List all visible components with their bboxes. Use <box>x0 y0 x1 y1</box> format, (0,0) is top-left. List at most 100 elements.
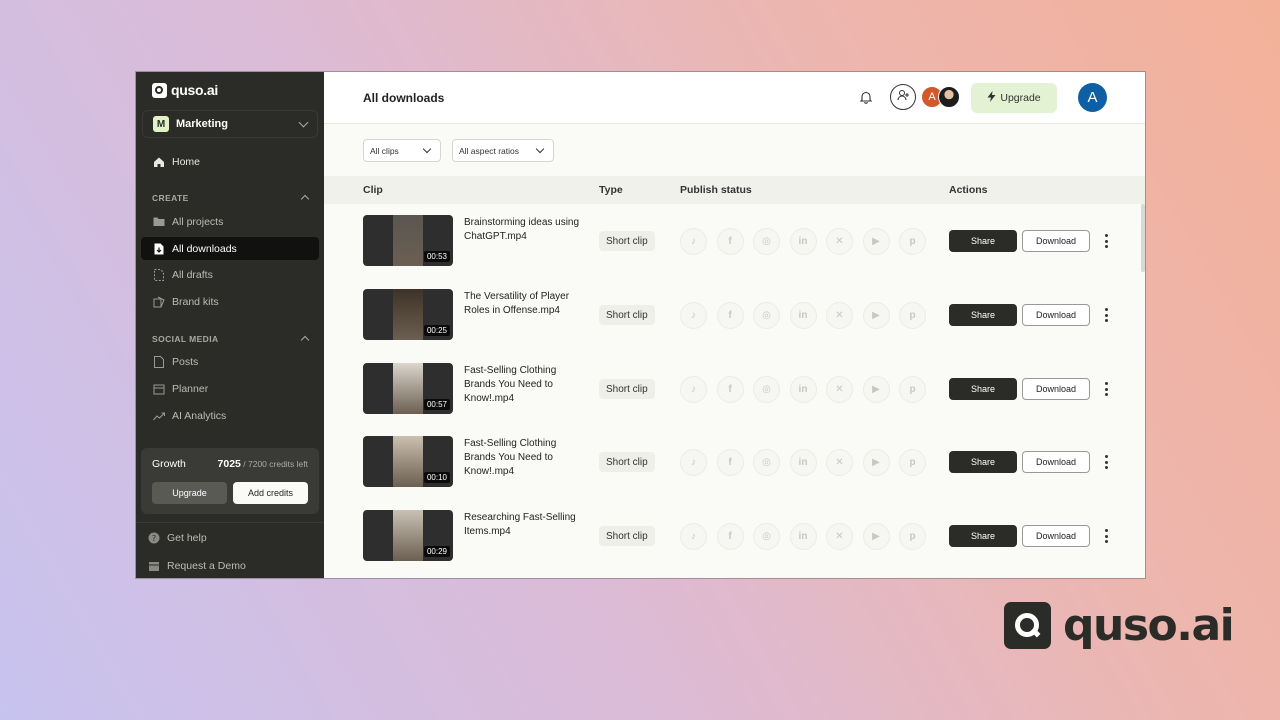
share-button[interactable]: Share <box>949 378 1017 400</box>
clip-name[interactable]: Fast-Selling Clothing Brands You Need to… <box>464 364 584 406</box>
add-credits-button[interactable]: Add credits <box>233 482 308 504</box>
x-icon[interactable]: ✕ <box>826 523 853 550</box>
user-avatar[interactable]: A <box>1078 83 1107 112</box>
download-button[interactable]: Download <box>1022 451 1090 473</box>
pinterest-icon[interactable]: p <box>899 302 926 329</box>
youtube-shorts-icon[interactable]: ▶ <box>862 449 890 476</box>
get-help-link[interactable]: ? Get help <box>148 532 207 544</box>
facebook-icon[interactable]: f <box>716 449 744 476</box>
linkedin-icon[interactable]: in <box>789 228 817 255</box>
pinterest-icon[interactable]: p <box>899 376 926 403</box>
facebook-icon[interactable]: f <box>716 523 744 550</box>
more-options-icon[interactable] <box>1104 234 1108 248</box>
download-button[interactable]: Download <box>1022 230 1090 252</box>
table-row[interactable]: 00:25 The Versatility of Player Roles in … <box>324 278 1145 352</box>
sidebar-item-posts[interactable]: Posts <box>141 350 319 373</box>
clips-filter-select[interactable]: All clips <box>363 139 441 162</box>
tiktok-icon[interactable]: ♪ <box>680 523 707 550</box>
add-user-icon <box>897 88 910 106</box>
more-options-icon[interactable] <box>1104 308 1108 322</box>
table-row[interactable]: 00:53 Brainstorming ideas using ChatGPT.m… <box>324 204 1145 278</box>
share-button[interactable]: Share <box>949 451 1017 473</box>
clip-type-badge: Short clip <box>599 379 655 399</box>
invite-user-button[interactable] <box>890 84 916 110</box>
lightning-icon <box>987 91 996 105</box>
member-avatar-photo[interactable] <box>938 86 960 108</box>
sidebar-item-all-drafts[interactable]: All drafts <box>141 263 319 286</box>
youtube-shorts-icon[interactable]: ▶ <box>862 302 890 329</box>
tiktok-icon[interactable]: ♪ <box>680 376 707 403</box>
aspect-ratio-filter-select[interactable]: All aspect ratios <box>452 139 554 162</box>
clip-thumbnail[interactable]: 00:29 <box>363 510 453 561</box>
credits-total: / 7200 credits left <box>243 459 308 469</box>
clip-thumbnail[interactable]: 00:53 <box>363 215 453 266</box>
linkedin-icon[interactable]: in <box>789 302 817 329</box>
instagram-icon[interactable]: ◎ <box>753 449 780 476</box>
x-icon[interactable]: ✕ <box>826 228 853 255</box>
x-icon[interactable]: ✕ <box>826 302 853 329</box>
clip-thumbnail[interactable]: 00:25 <box>363 289 453 340</box>
youtube-shorts-icon[interactable]: ▶ <box>862 228 890 255</box>
sidebar-item-ai-analytics[interactable]: AI Analytics <box>141 404 319 427</box>
sidebar-item-brand-kits[interactable]: Brand kits <box>141 290 319 313</box>
clip-name[interactable]: Brainstorming ideas using ChatGPT.mp4 <box>464 216 584 244</box>
tiktok-icon[interactable]: ♪ <box>680 228 707 255</box>
column-header-clip: Clip <box>363 184 383 196</box>
pinterest-icon[interactable]: p <box>899 523 926 550</box>
table-row[interactable]: 00:29 Researching Fast-Selling Items.mp4 S… <box>324 499 1145 573</box>
sidebar-item-home[interactable]: Home <box>141 150 319 173</box>
sidebar-item-planner[interactable]: Planner <box>141 377 319 400</box>
instagram-icon[interactable]: ◎ <box>753 302 780 329</box>
workspace-selector[interactable]: M Marketing <box>142 110 318 138</box>
instagram-icon[interactable]: ◎ <box>753 376 780 403</box>
sidebar-upgrade-button[interactable]: Upgrade <box>152 482 227 504</box>
download-button[interactable]: Download <box>1022 525 1090 547</box>
instagram-icon[interactable]: ◎ <box>753 228 780 255</box>
chevron-down-icon <box>422 144 432 154</box>
download-button[interactable]: Download <box>1022 378 1090 400</box>
share-button[interactable]: Share <box>949 525 1017 547</box>
clip-thumbnail[interactable]: 00:57 <box>363 363 453 414</box>
brand-text: quso.ai <box>1063 600 1235 651</box>
folder-icon <box>153 216 165 228</box>
upgrade-button[interactable]: Upgrade <box>971 83 1057 113</box>
tiktok-icon[interactable]: ♪ <box>680 449 707 476</box>
clip-thumbnail[interactable]: 00:10 <box>363 436 453 487</box>
youtube-shorts-icon[interactable]: ▶ <box>862 376 890 403</box>
pinterest-icon[interactable]: p <box>899 449 926 476</box>
sidebar-item-all-projects[interactable]: All projects <box>141 210 319 233</box>
x-icon[interactable]: ✕ <box>826 376 853 403</box>
download-button[interactable]: Download <box>1022 304 1090 326</box>
facebook-icon[interactable]: f <box>716 302 744 329</box>
share-button[interactable]: Share <box>949 230 1017 252</box>
linkedin-icon[interactable]: in <box>789 523 817 550</box>
tiktok-icon[interactable]: ♪ <box>680 302 707 329</box>
table-row[interactable]: 00:10 Fast-Selling Clothing Brands You Ne… <box>324 425 1145 499</box>
chevron-up-icon[interactable] <box>300 194 310 204</box>
credits-count: 7025 <box>217 458 241 470</box>
facebook-icon[interactable]: f <box>716 228 744 255</box>
more-options-icon[interactable] <box>1104 529 1108 543</box>
aspect-filter-value: All aspect ratios <box>459 145 519 156</box>
pinterest-icon[interactable]: p <box>899 228 926 255</box>
chevron-up-icon[interactable] <box>300 335 310 345</box>
linkedin-icon[interactable]: in <box>789 376 817 403</box>
linkedin-icon[interactable]: in <box>789 449 817 476</box>
more-options-icon[interactable] <box>1104 455 1108 469</box>
clip-name[interactable]: Researching Fast-Selling Items.mp4 <box>464 511 584 539</box>
bell-icon[interactable] <box>859 90 873 104</box>
scrollbar[interactable] <box>1141 204 1145 272</box>
x-icon[interactable]: ✕ <box>826 449 853 476</box>
thumbnail-frame <box>393 510 423 561</box>
share-button[interactable]: Share <box>949 304 1017 326</box>
instagram-icon[interactable]: ◎ <box>753 523 780 550</box>
clip-name[interactable]: The Versatility of Player Roles in Offen… <box>464 290 584 318</box>
sidebar-item-all-downloads[interactable]: All downloads <box>141 237 319 260</box>
table-row[interactable]: 00:57 Fast-Selling Clothing Brands You Ne… <box>324 352 1145 426</box>
more-options-icon[interactable] <box>1104 382 1108 396</box>
clip-name[interactable]: Fast-Selling Clothing Brands You Need to… <box>464 437 584 479</box>
facebook-icon[interactable]: f <box>716 376 744 403</box>
youtube-shorts-icon[interactable]: ▶ <box>862 523 890 550</box>
request-demo-link[interactable]: Request a Demo <box>148 560 246 572</box>
app-logo[interactable]: quso.ai <box>152 82 218 98</box>
